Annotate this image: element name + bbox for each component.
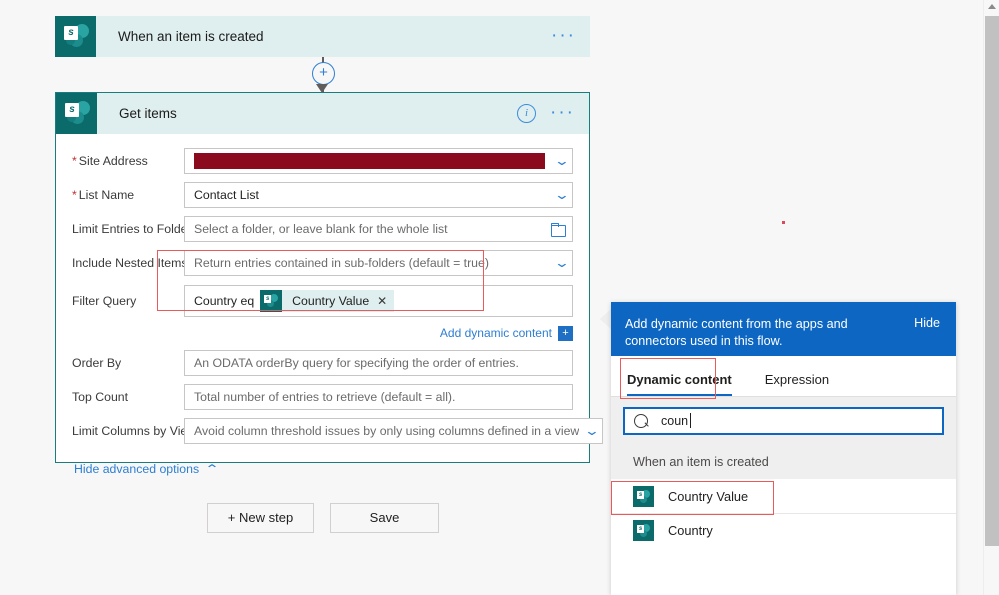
new-step-button[interactable]: + New step [207,503,314,533]
trigger-card[interactable]: s When an item is created ··· [55,16,590,57]
filter-query-input[interactable]: Country eq s Country Value ✕ [184,285,573,317]
required-asterisk: * [72,154,77,168]
chevron-down-icon[interactable]: ⌄ [575,424,600,439]
limit-columns-by-view-dropdown[interactable]: Avoid column threshold issues by only us… [184,418,604,444]
tab-dynamic-content[interactable]: Dynamic content [627,372,732,396]
limit-entries-folder-input[interactable]: Select a folder, or leave blank for the … [184,216,573,242]
folder-icon[interactable] [551,222,566,237]
trigger-header-actions: ··· [551,26,590,45]
chevron-down-icon[interactable]: ⌄ [545,154,570,169]
hide-advanced-options-label: Hide advanced options [74,462,200,476]
token-remove-icon[interactable]: ✕ [377,294,387,308]
trigger-menu-icon[interactable]: ··· [551,26,576,45]
scrollbar-up-arrow-icon[interactable] [988,4,996,9]
field-row-list-name: * List Name Contact List ⌄ [72,182,573,208]
field-label-order-by: Order By [72,356,122,370]
add-dynamic-content-link[interactable]: Add dynamic content [440,326,552,340]
required-asterisk: * [72,188,77,202]
page-scrollbar[interactable] [983,0,999,595]
insert-step-button[interactable]: + [312,62,335,85]
scrollbar-thumb[interactable] [985,16,999,546]
field-label-list-name: * List Name [72,188,135,202]
hide-advanced-options-toggle[interactable]: Hide advanced options ⌃ [74,462,573,476]
list-name-dropdown[interactable]: Contact List ⌄ [184,182,573,208]
search-input-value: coun [661,413,692,428]
info-icon[interactable]: i [517,104,537,123]
trigger-title: When an item is created [118,29,264,44]
top-count-placeholder: Total number of entries to retrieve (def… [194,390,456,404]
add-dynamic-content-row: Add dynamic content + [72,324,573,342]
top-count-input[interactable]: Total number of entries to retrieve (def… [184,384,573,410]
save-button[interactable]: Save [330,503,439,533]
sharepoint-icon: s [633,485,654,507]
action-card-header[interactable]: s Get items i ··· [56,93,589,134]
limit-columns-by-view-placeholder: Avoid column threshold issues by only us… [194,424,580,438]
order-by-input[interactable]: An ODATA orderBy query for specifying th… [184,350,573,376]
search-input[interactable]: coun [623,407,944,435]
order-by-placeholder: An ODATA orderBy query for specifying th… [194,356,519,370]
field-row-limit-entries-to-folder: Limit Entries to Folder Select a folder,… [72,216,573,242]
dynamic-content-token[interactable]: s Country Value ✕ [260,290,395,312]
field-label-limit-columns-by-view: Limit Columns by View [72,424,197,438]
sharepoint-icon: s [56,93,97,134]
field-row-limit-columns-by-view: Limit Columns by View Avoid column thres… [72,418,604,444]
chevron-up-icon: ⌃ [204,462,220,476]
list-item-label: Country Value [668,488,749,504]
field-label-include-nested-items: Include Nested Items [72,256,188,270]
field-label-top-count: Top Count [72,390,129,404]
list-item[interactable]: s Country [611,513,956,547]
sharepoint-icon: s [633,520,654,541]
dynamic-content-header-text: Add dynamic content from the apps and co… [625,317,848,348]
trigger-card-header[interactable]: s When an item is created ··· [55,16,590,57]
field-row-top-count: Top Count Total number of entries to ret… [72,384,573,410]
include-nested-items-dropdown[interactable]: Return entries contained in sub-folders … [184,250,573,276]
dynamic-content-group-label: When an item is created [611,445,956,479]
chevron-down-icon[interactable]: ⌄ [545,188,570,203]
field-label-filter-query: Filter Query [72,294,137,308]
chevron-down-icon[interactable]: ⌄ [545,256,570,271]
token-label: Country Value [292,294,370,308]
action-header-actions: i ··· [517,103,589,123]
include-nested-items-placeholder: Return entries contained in sub-folders … [194,256,489,270]
field-label-site-address: * Site Address [72,154,148,168]
site-address-dropdown[interactable]: ⌄ [184,148,573,174]
add-dynamic-content-plus-icon[interactable]: + [558,325,573,341]
limit-entries-folder-placeholder: Select a folder, or leave blank for the … [194,222,448,236]
flow-designer-page: s When an item is created ··· + s Get it… [0,0,999,595]
field-row-order-by: Order By An ODATA orderBy query for spec… [72,350,573,376]
action-form: * Site Address ⌄ * List Name Contact List … [56,134,604,486]
field-row-site-address: * Site Address ⌄ [72,148,573,174]
dynamic-content-search-area: coun [611,397,956,445]
site-address-redacted-value [194,153,546,169]
hide-panel-button[interactable]: Hide [914,316,940,330]
list-item[interactable]: s Country Value [611,479,956,513]
search-icon [634,414,648,428]
action-title: Get items [119,106,177,121]
sharepoint-icon: s [55,16,96,57]
dynamic-content-panel: Add dynamic content from the apps and co… [611,302,956,595]
field-row-filter-query: Filter Query Country eq s Country Value … [72,284,573,318]
sharepoint-icon: s [260,290,283,312]
dynamic-content-panel-header: Add dynamic content from the apps and co… [611,302,956,356]
field-row-include-nested-items: Include Nested Items Return entries cont… [72,250,573,276]
action-card-get-items[interactable]: s Get items i ··· * Site Address ⌄ * Lis… [55,92,604,476]
tab-expression[interactable]: Expression [765,372,829,396]
action-menu-icon[interactable]: ··· [550,103,575,122]
list-item-label: Country [668,523,713,538]
stray-marker-dot [782,221,785,224]
field-label-limit-entries-to-folder: Limit Entries to Folder [72,222,192,236]
list-name-value: Contact List [194,188,259,202]
dynamic-content-tabs: Dynamic content Expression [611,356,956,397]
filter-query-text: Country eq [194,294,255,308]
